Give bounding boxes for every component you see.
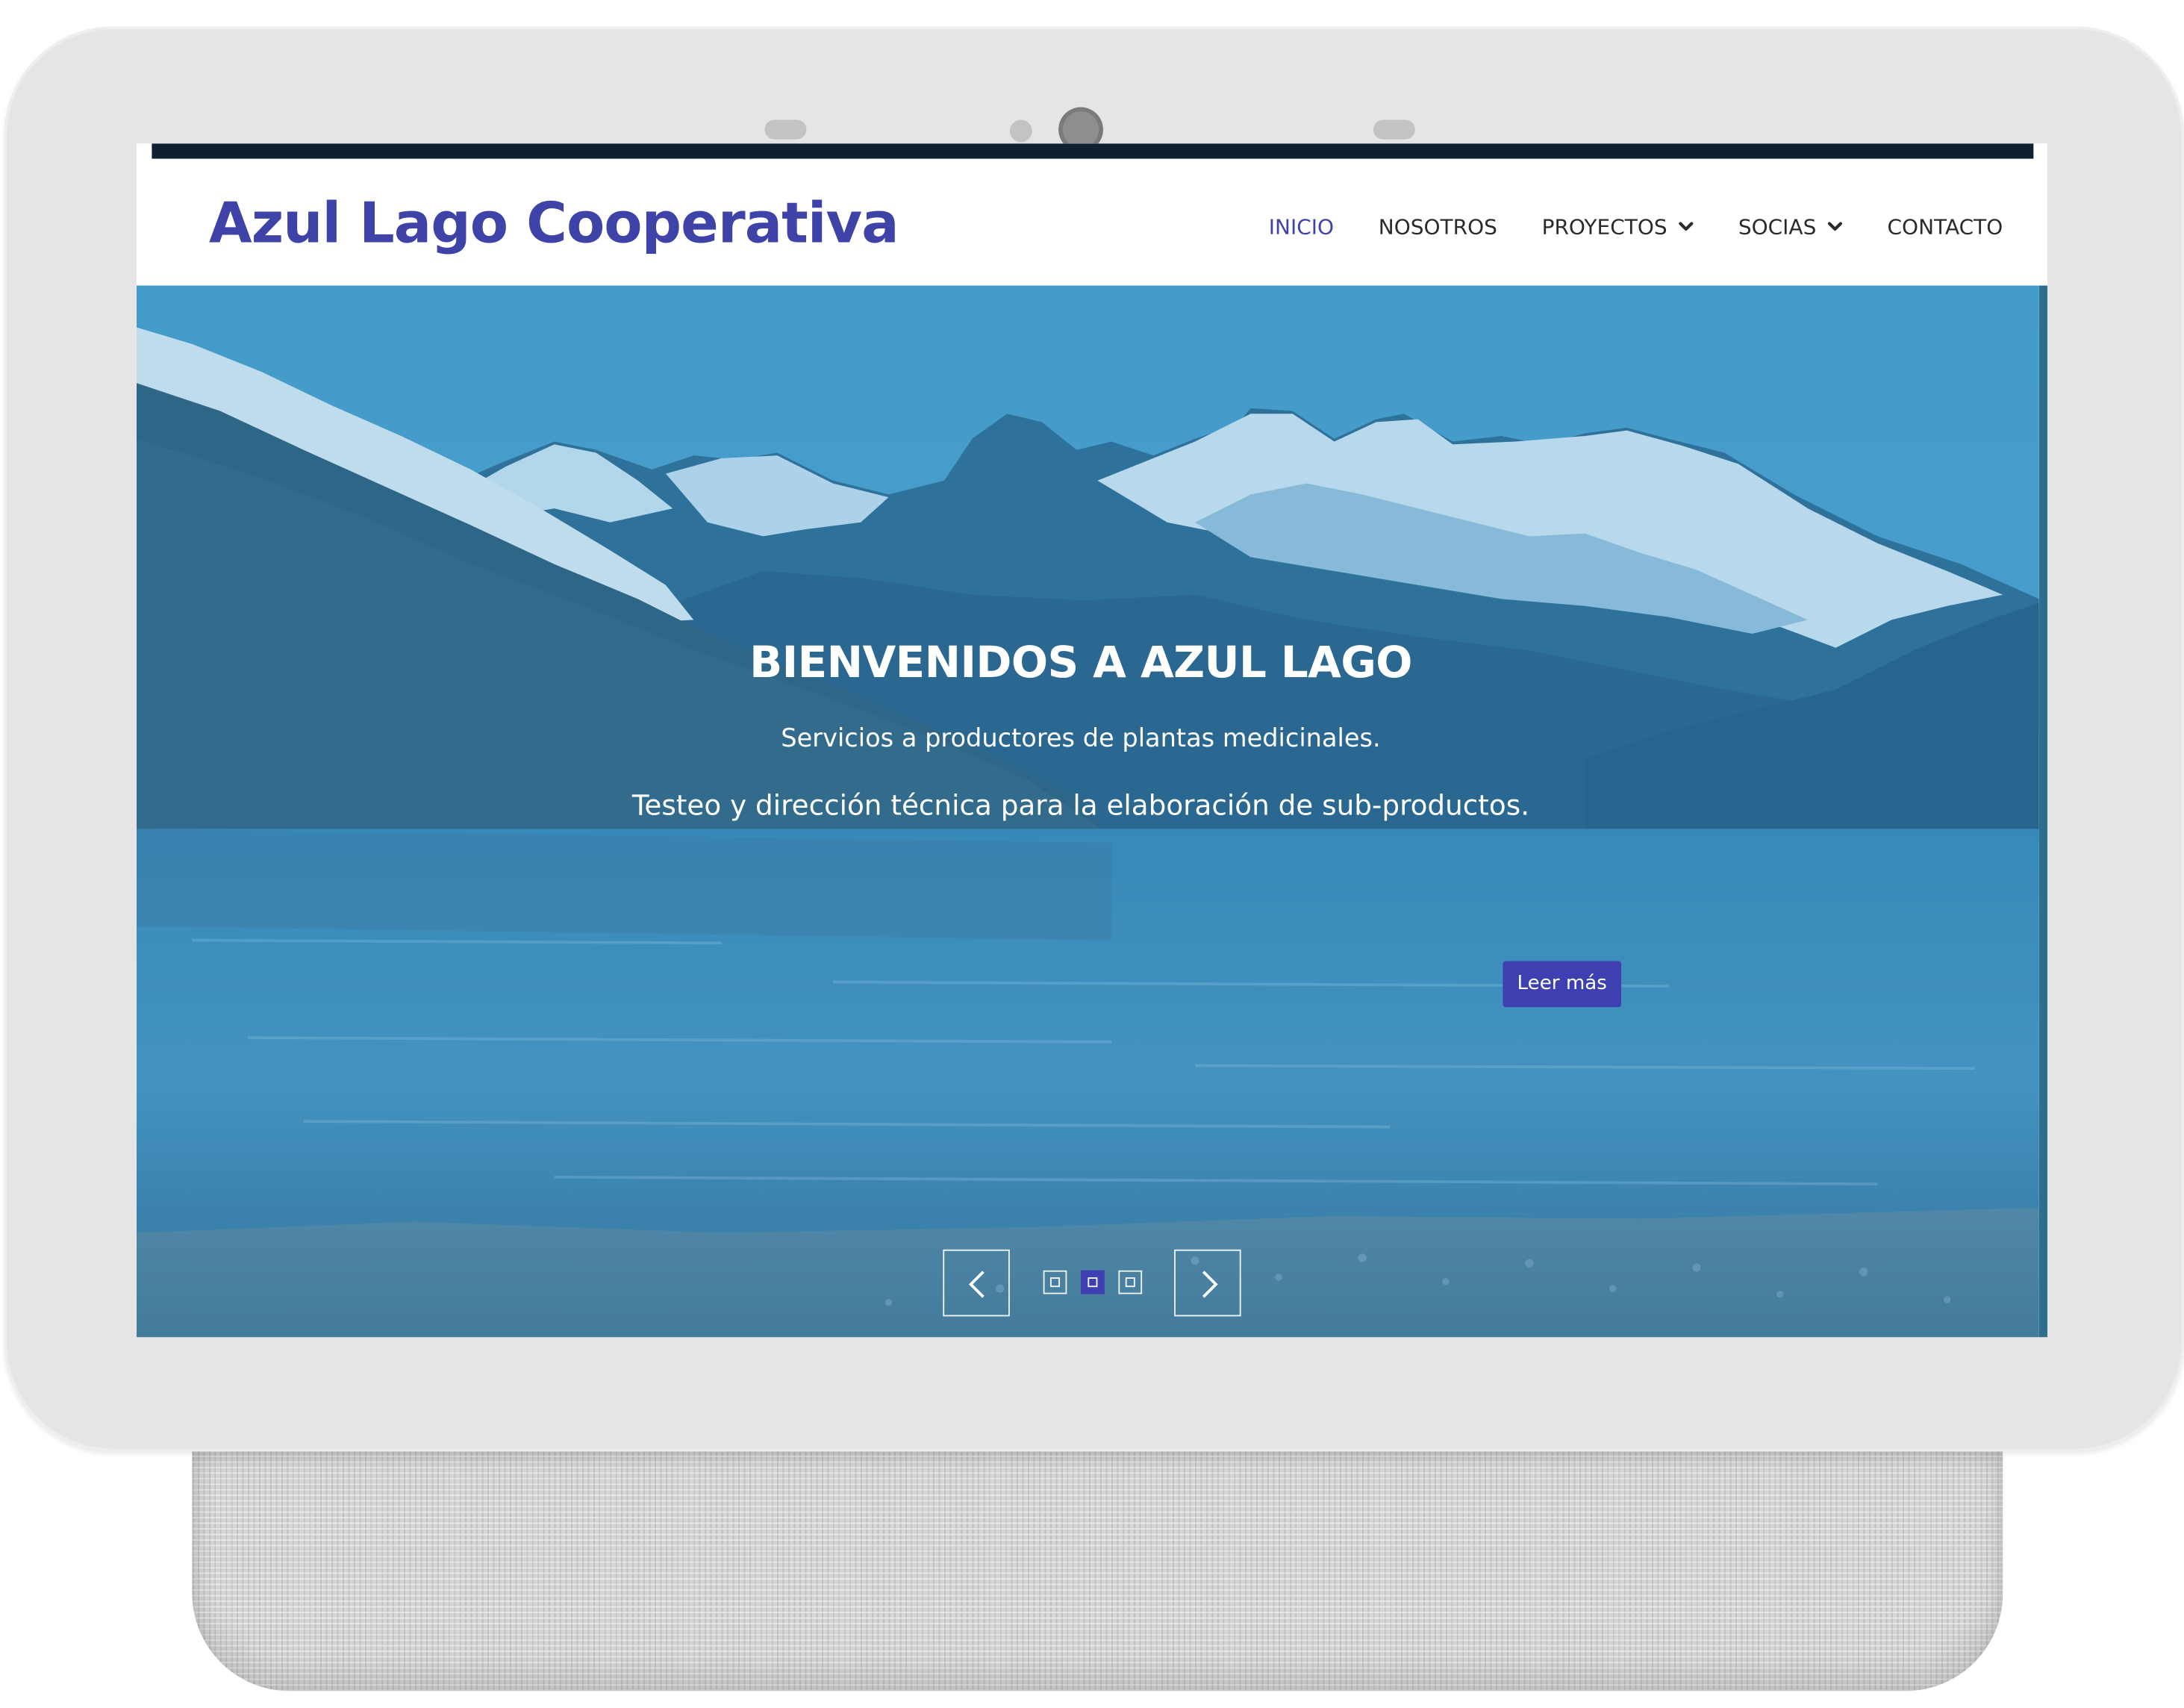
speaker-fabric-base [192,1451,2003,1692]
site-title[interactable]: Azul Lago Cooperativa [209,193,899,257]
chevron-right-icon [1202,1271,1218,1298]
nav-item-label: NOSOTROS [1378,214,1497,240]
microphone-right [1373,119,1415,140]
nav-item-label: PROYECTOS [1541,214,1667,240]
chevron-down-icon [1679,222,1694,231]
main-navigation: INICIO NOSOTROS PROYECTOS SOCIAS CONTACT… [1269,214,2003,240]
hero-subtitle-1: Servicios a productores de plantas medic… [781,724,1381,754]
slider-next-button[interactable] [1174,1249,1241,1317]
nav-item-socias[interactable]: SOCIAS [1738,214,1843,240]
nav-item-contacto[interactable]: CONTACTO [1888,214,2003,240]
device-screen: Azul Lago Cooperativa INICIO NOSOTROS PR… [136,143,2048,1338]
hero-slider: BIENVENIDOS A AZUL LAGO Servicios a prod… [136,285,2039,1338]
stage: Azul Lago Cooperativa INICIO NOSOTROS PR… [0,0,2184,1708]
microphone-left [764,119,807,140]
chevron-left-icon [968,1271,985,1298]
hero-subtitle-2: Testeo y dirección técnica para la elabo… [631,788,1530,822]
slider-dot-2[interactable] [1081,1270,1105,1294]
read-more-button[interactable]: Leer más [1503,961,1622,1008]
nav-item-nosotros[interactable]: NOSOTROS [1379,214,1497,240]
nav-item-label: SOCIAS [1738,214,1817,240]
site-header: Azul Lago Cooperativa INICIO NOSOTROS PR… [136,158,2048,286]
nav-item-proyectos[interactable]: PROYECTOS [1542,214,1694,240]
light-sensor [1009,119,1032,143]
slider-dot-1[interactable] [1043,1270,1067,1294]
hero-edge [2038,285,2048,1338]
hero-title: BIENVENIDOS A AZUL LAGO [749,638,1412,688]
nav-item-label: CONTACTO [1887,214,2003,240]
nav-item-label: INICIO [1268,214,1335,240]
slider-prev-button[interactable] [943,1249,1010,1317]
chevron-down-icon [1828,222,1843,231]
nav-item-inicio[interactable]: INICIO [1269,214,1334,240]
slider-dot-3[interactable] [1118,1270,1143,1294]
top-bar [152,143,2034,159]
